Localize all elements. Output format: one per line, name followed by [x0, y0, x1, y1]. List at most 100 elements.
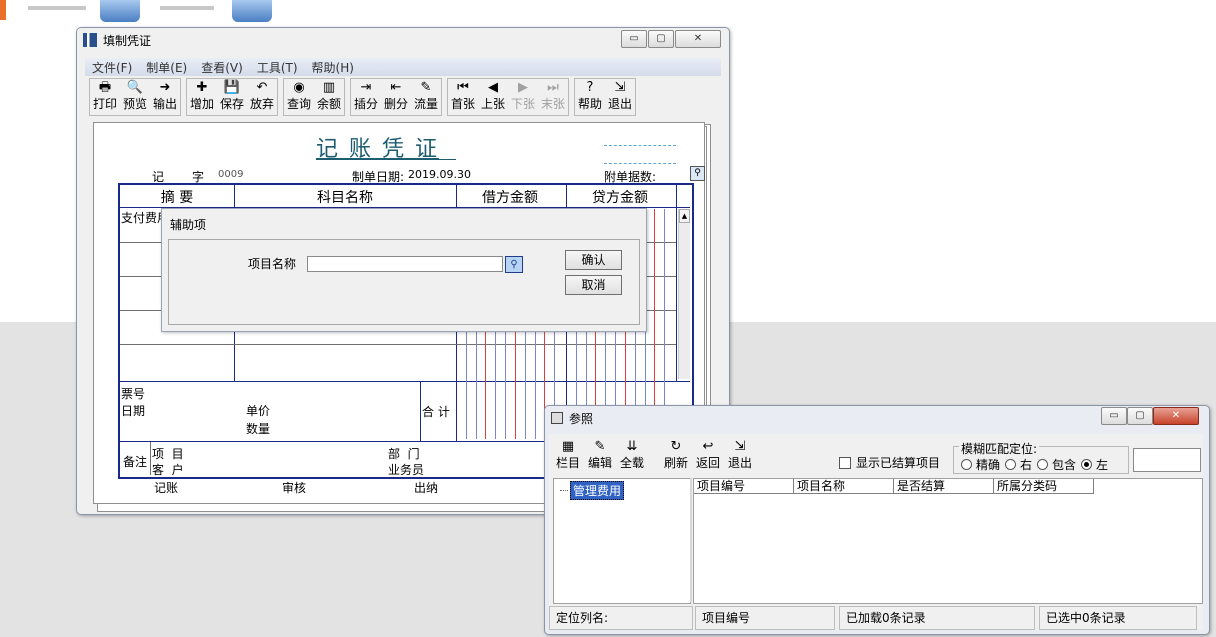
delete-row-button[interactable]: ⇤ 删分: [381, 79, 411, 115]
help-button[interactable]: ? 帮助: [575, 79, 605, 115]
reference-toolbar: ▦ 栏目 ✎ 编辑 ⇊ 全载 ↻ 刷新 ↩ 返回 ⇲ 退出: [553, 438, 757, 474]
reviewer-label: 审核: [282, 481, 307, 495]
attach-dashes: [604, 145, 676, 146]
toolbar-label: 全载: [619, 456, 644, 470]
close-button[interactable]: ✕: [1153, 407, 1199, 425]
scroll-up-icon[interactable]: ▲: [679, 209, 690, 223]
radio-label: 左: [1096, 458, 1109, 472]
radio-button[interactable]: [961, 459, 972, 470]
cancel-button[interactable]: 取消: [565, 275, 622, 295]
toolbar-label: 退出: [607, 97, 632, 111]
grid-pane[interactable]: 项目编号 项目名称 是否结算 所属分类码: [693, 478, 1203, 604]
toolbar-label: 放弃: [249, 97, 274, 111]
toolbar-label: 预览: [122, 97, 147, 111]
search-input[interactable]: [1133, 448, 1201, 472]
exit-button[interactable]: ⇲ 退出: [725, 438, 755, 474]
prev-button[interactable]: ◀ 上张: [478, 79, 508, 115]
customer-label: 客 户: [152, 463, 184, 477]
grid-header-name[interactable]: 项目名称: [794, 479, 894, 494]
total-label: 合 计: [422, 405, 450, 419]
grid-header-settled[interactable]: 是否结算: [894, 479, 994, 494]
edit-button[interactable]: ✎ 编辑: [585, 438, 615, 474]
toolbar-label: 保存: [219, 97, 244, 111]
ticket-label: 票号: [121, 387, 146, 401]
menu-file[interactable]: 文件(F): [85, 59, 139, 76]
menu-view[interactable]: 查看(V): [194, 59, 250, 76]
grid-header-category[interactable]: 所属分类码: [994, 479, 1094, 494]
show-settled-option[interactable]: 显示已结算项目: [839, 454, 940, 471]
toolbar-label: 编辑: [587, 456, 612, 470]
add-button[interactable]: ✚ 增加: [187, 79, 217, 115]
voucher-number[interactable]: 0009: [218, 169, 243, 180]
cashflow-button[interactable]: ✎ 流量: [411, 79, 441, 115]
exit-button[interactable]: ⇲ 退出: [605, 79, 635, 115]
bar-chart-button[interactable]: ▥ 余额: [314, 79, 344, 115]
menu-make[interactable]: 制单(E): [139, 59, 194, 76]
toolbar-label: 输出: [152, 97, 177, 111]
load-all-icon: ⇊: [626, 439, 638, 454]
grid-header-code[interactable]: 项目编号: [694, 479, 794, 494]
voucher-title-underline: [316, 159, 456, 160]
toolbar-label: 返回: [695, 456, 720, 470]
return-button[interactable]: ↩ 返回: [693, 438, 723, 474]
minimize-button[interactable]: ▭: [1101, 407, 1127, 425]
first-button[interactable]: ⏮ 首张: [448, 79, 478, 115]
status-locate-label: 定位列名:: [549, 606, 693, 630]
tree-connector: [560, 490, 568, 491]
edit-icon: ✎: [594, 439, 606, 454]
col-credit-header: 贷方金额: [592, 190, 648, 206]
insert-row-icon: ⇥: [360, 80, 372, 95]
show-settled-checkbox[interactable]: [839, 456, 851, 469]
match-options: 精确 右 包含 左: [961, 456, 1113, 473]
toolbar-label: 查询: [286, 97, 311, 111]
tree-pane[interactable]: 管理费用: [553, 478, 691, 604]
menu-tools[interactable]: 工具(T): [250, 59, 305, 76]
attach-lookup-icon[interactable]: ⚲: [690, 166, 705, 181]
printer-button[interactable]: 🖶 打印: [90, 79, 120, 115]
remark-label: 备注: [123, 455, 148, 469]
match-option[interactable]: 精确: [961, 456, 1000, 473]
binoculars-button[interactable]: ◉ 查询: [284, 79, 314, 115]
voucher-date[interactable]: 2019.09.30: [408, 168, 471, 181]
close-button[interactable]: ✕: [675, 30, 721, 48]
status-bar: 定位列名: 项目编号 已加载0条记录 已选中0条记录: [549, 606, 1203, 630]
minimize-button[interactable]: ▭: [621, 30, 647, 48]
refresh-button[interactable]: ↻ 刷新: [661, 438, 691, 474]
preview-button[interactable]: 🔍 预览: [120, 79, 150, 115]
radio-button[interactable]: [1081, 459, 1093, 470]
tree-item[interactable]: 管理费用: [560, 481, 625, 500]
project-name-label: 项目名称: [248, 257, 297, 271]
confirm-button[interactable]: 确认: [565, 250, 622, 270]
desktop-arrow-icon: [160, 6, 214, 10]
maximize-button[interactable]: ▢: [648, 30, 674, 48]
last-icon: ⏭: [547, 80, 559, 95]
save-button[interactable]: 💾 保存: [217, 79, 247, 115]
maximize-button[interactable]: ▢: [1127, 407, 1153, 425]
remark-sep: [150, 442, 151, 475]
splitter[interactable]: [690, 478, 692, 602]
insert-row-button[interactable]: ⇥ 插分: [351, 79, 381, 115]
table-scrollbar[interactable]: ▲: [678, 209, 690, 379]
radio-button[interactable]: [1005, 459, 1017, 470]
project-name-input[interactable]: [307, 256, 503, 272]
last-button: ⏭ 末张: [538, 79, 568, 115]
toolbar-group: ? 帮助 ⇲ 退出: [574, 78, 636, 116]
tree-item-label[interactable]: 管理费用: [570, 481, 625, 500]
match-option[interactable]: 右: [1005, 456, 1032, 473]
match-option[interactable]: 左: [1081, 456, 1108, 473]
col-sep: [676, 185, 677, 381]
columns-button[interactable]: ▦ 栏目: [553, 438, 583, 474]
load-all-button[interactable]: ⇊ 全载: [617, 438, 647, 474]
radio-button[interactable]: [1037, 459, 1049, 470]
export-button[interactable]: ➜ 输出: [150, 79, 180, 115]
match-option[interactable]: 包含: [1037, 456, 1076, 473]
desktop-arrow-icon: [28, 6, 86, 10]
undo-button[interactable]: ↶ 放弃: [247, 79, 277, 115]
project-search-icon[interactable]: ⚲: [505, 256, 523, 273]
desktop-app-icon[interactable]: [100, 0, 140, 22]
aux-dialog-title: 辅助项: [170, 218, 207, 232]
toolbar-label: 余额: [316, 97, 341, 111]
binoculars-icon: ◉: [293, 80, 305, 95]
desktop-app-icon[interactable]: [232, 0, 272, 22]
menu-help[interactable]: 帮助(H): [305, 59, 361, 76]
